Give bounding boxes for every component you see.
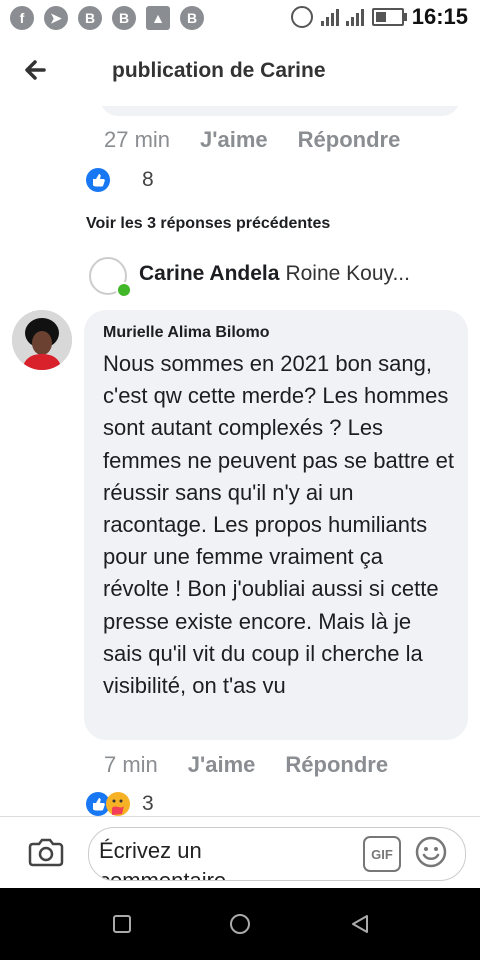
gallery-icon: ▲ [146,6,170,30]
b-app-icon: B [180,6,204,30]
reply-button[interactable]: Répondre [285,752,388,778]
recents-icon[interactable] [110,912,134,936]
alarm-icon [290,6,313,28]
comment-bubble[interactable]: Murielle Alima Bilomo Nous sommes en 202… [84,310,468,740]
see-previous-replies-link[interactable]: Voir les 3 réponses précédentes [86,215,330,233]
system-navigation-bar [0,888,480,960]
back-arrow-icon[interactable] [18,52,54,88]
comment-author[interactable]: Murielle Alima Bilomo [103,324,270,342]
facebook-icon: f [10,6,34,30]
telegram-icon: ➤ [44,6,68,30]
like-button[interactable]: J'aime [200,127,268,153]
reply-author[interactable]: Carine Andela [139,262,279,285]
app-bar: publication de Carine [0,36,480,106]
comment-thread[interactable]: 27 min J'aime Répondre 8 Voir les 3 répo… [0,106,480,816]
emoji-icon[interactable] [415,836,447,868]
avatar[interactable] [12,310,72,370]
reply-preview[interactable]: Carine Andela Roine Kouy... [139,262,449,286]
previous-comment-bubble [100,106,460,116]
previous-comment-actions: 27 min J'aime Répondre [104,127,400,153]
online-status-dot [116,282,132,298]
comment-time: 7 min [104,752,158,777]
comment-time: 27 min [104,127,171,152]
comment-input[interactable]: Écrivez un commentaire GIF [88,827,466,881]
camera-icon[interactable] [28,836,64,868]
notification-icons: f ➤ B B ▲ B [10,6,204,30]
home-icon[interactable] [228,912,252,936]
b-app-icon: B [112,6,136,30]
reaction-count[interactable]: 3 [142,792,154,816]
status-bar: f ➤ B B ▲ B 16:15 [0,0,480,36]
gif-button[interactable]: GIF [363,836,401,872]
clock: 16:15 [411,4,468,29]
comment-input-placeholder[interactable]: Écrivez un commentaire [99,836,319,880]
signal-icon [320,8,364,26]
reaction-count[interactable]: 8 [142,168,154,192]
back-icon[interactable] [348,912,372,936]
page-title: publication de Carine [112,59,326,82]
care-reaction-icon[interactable] [106,792,130,816]
battery-icon [371,8,407,26]
like-button[interactable]: J'aime [188,752,256,778]
reply-preview-text: Roine Kouy... [285,262,410,285]
comment-composer: Écrivez un commentaire GIF [0,816,480,889]
comment-text: Nous sommes en 2021 bon sang, c'est qw c… [103,351,454,699]
like-reaction-icon[interactable] [86,168,110,192]
b-app-icon: B [78,6,102,30]
reply-button[interactable]: Répondre [298,127,401,153]
comment-actions: 7 min J'aime Répondre [104,752,388,778]
